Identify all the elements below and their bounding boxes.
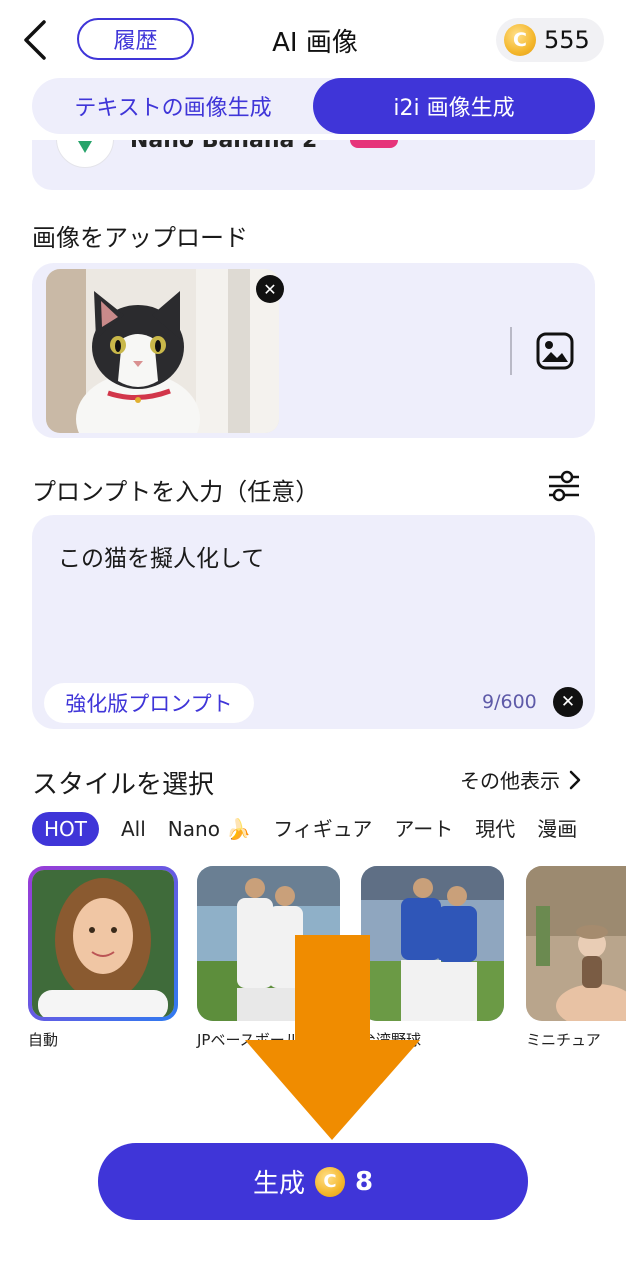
history-button[interactable]: 履歴 — [77, 18, 194, 60]
new-badge — [350, 140, 398, 148]
upload-section-title: 画像をアップロード — [32, 224, 248, 252]
style-card-miniature[interactable]: ミニチュア — [526, 866, 626, 1050]
chip-art[interactable]: アート — [394, 812, 453, 846]
clear-prompt-button[interactable]: ✕ — [553, 687, 583, 717]
chip-manga[interactable]: 漫画 — [537, 812, 577, 846]
chip-nano[interactable]: Nano 🍌 — [168, 812, 251, 846]
style-label: ミニチュア — [526, 1031, 601, 1049]
chip-all[interactable]: All — [121, 812, 146, 846]
style-section-title: スタイルを選択 — [32, 770, 215, 800]
coin-balance[interactable]: C 555 — [496, 18, 604, 62]
chevron-right-icon — [569, 770, 581, 789]
gallery-button[interactable] — [535, 331, 575, 371]
generate-button[interactable]: 生成 C 8 — [98, 1143, 528, 1220]
mode-tabs: テキストの画像生成 i2i 画像生成 — [32, 78, 595, 134]
page-title: AI 画像 — [272, 27, 358, 58]
sliders-icon — [549, 470, 579, 502]
style-thumbnail — [197, 866, 340, 1021]
coin-icon: C — [314, 1166, 345, 1197]
style-thumbnail — [28, 866, 178, 1021]
tab-image-to-image[interactable]: i2i 画像生成 — [313, 78, 595, 134]
chip-hot[interactable]: HOT — [32, 812, 99, 846]
chevron-left-icon — [24, 20, 46, 60]
prompt-section-title: プロンプトを入力（任意） — [32, 478, 320, 506]
tab-text-to-image[interactable]: テキストの画像生成 — [32, 78, 314, 134]
style-card-jp-baseball[interactable]: JPベースボール — [197, 866, 340, 1050]
model-selector[interactable]: Nano Banana 2 — [32, 140, 595, 190]
portrait-photo-icon — [32, 870, 174, 1017]
model-logo-icon — [56, 140, 114, 168]
style-thumbnail — [526, 866, 626, 1021]
coin-count: 555 — [544, 26, 590, 54]
chip-figure[interactable]: フィギュア — [273, 812, 372, 846]
prompt-settings-button[interactable] — [545, 468, 583, 504]
miniature-photo-icon — [526, 866, 626, 1021]
cat-photo-icon — [46, 269, 279, 433]
upload-area[interactable]: ✕ — [32, 263, 595, 438]
baseball-photo-icon — [197, 866, 340, 1021]
back-button[interactable] — [18, 18, 58, 62]
style-label: 台湾野球 — [361, 1031, 422, 1049]
show-more-label: その他表示 — [460, 769, 560, 793]
style-card-taiwan-baseball[interactable]: 台湾野球 — [361, 866, 504, 1050]
char-counter: 9/600 — [482, 691, 537, 713]
uploaded-image — [46, 269, 279, 433]
style-card-auto[interactable]: 自動 — [28, 866, 178, 1050]
style-label: JPベースボール — [197, 1031, 300, 1049]
prompt-input[interactable]: この猫を擬人化して 強化版プロンプト 9/600 ✕ — [32, 515, 595, 729]
style-thumbnail — [361, 866, 504, 1021]
coin-icon: C — [504, 24, 536, 56]
remove-image-button[interactable]: ✕ — [256, 275, 284, 303]
divider — [510, 327, 512, 375]
enhance-prompt-button[interactable]: 強化版プロンプト — [44, 683, 254, 723]
model-name: Nano Banana 2 — [130, 140, 318, 153]
style-category-chips: HOT All Nano 🍌 フィギュア アート 現代 漫画 — [32, 812, 626, 848]
style-label: 自動 — [28, 1031, 59, 1049]
generate-cost: 8 — [354, 1166, 374, 1197]
generate-label: 生成 — [252, 1169, 305, 1199]
show-more-link[interactable]: その他表示 — [460, 765, 582, 794]
chip-modern[interactable]: 現代 — [475, 812, 515, 846]
baseball-photo-icon — [361, 866, 504, 1021]
prompt-text[interactable]: この猫を擬人化して — [58, 539, 264, 573]
image-icon — [536, 332, 574, 370]
